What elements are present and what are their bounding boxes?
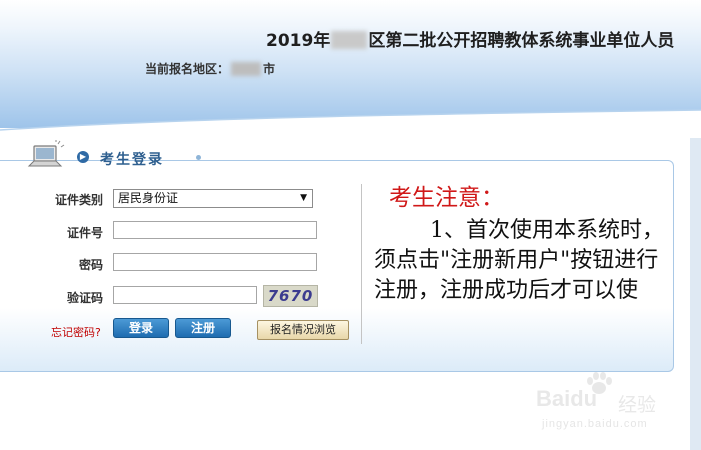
captcha-image[interactable]: 7670: [263, 285, 318, 307]
page-title: 2019年 区第二批公开招聘教体系统事业单位人员: [266, 31, 675, 51]
header-dot: [196, 155, 201, 160]
redacted-block: [231, 62, 262, 76]
laptop-icon: [27, 140, 65, 167]
id-type-label: 证件类别: [54, 193, 103, 207]
login-button[interactable]: 登录: [113, 318, 169, 338]
watermark-brand-cn: 经验: [618, 394, 657, 416]
captcha-label: 验证码: [66, 291, 103, 305]
password-label: 密码: [78, 258, 103, 272]
login-header: ▶ 考生登录: [26, 140, 206, 174]
paw-icon: [587, 372, 612, 394]
watermark-brand: Baidu: [536, 386, 598, 411]
right-edge-strip: [690, 138, 701, 450]
captcha-input[interactable]: [113, 286, 257, 304]
redacted-block: [331, 31, 368, 49]
chevron-down-icon: ▼: [300, 193, 307, 203]
current-region: 当前报名地区：市: [145, 62, 276, 76]
register-button[interactable]: 注册: [175, 318, 231, 338]
watermark-url: jingyan.baidu.com: [542, 418, 648, 430]
arrow-right-icon: ▶: [77, 151, 89, 163]
notice-title: 考生注意：: [389, 185, 504, 211]
id-number-label: 证件号: [66, 226, 103, 240]
browse-status-button[interactable]: 报名情况浏览: [257, 320, 349, 340]
notice-body: 1、首次使用本系统时，须点击"注册新用户"按钮进行注册，注册成功后才可以使: [374, 218, 664, 303]
id-type-select[interactable]: 居民身份证 ▼: [113, 189, 313, 208]
baidu-watermark: Baidu 经验 jingyan.baidu.com: [536, 372, 696, 442]
password-input[interactable]: [113, 253, 317, 271]
notice-box: 考生注意： 1、首次使用本系统时，须点击"注册新用户"按钮进行注册，注册成功后才…: [374, 180, 664, 335]
id-number-input[interactable]: [113, 221, 317, 239]
login-title: 考生登录: [100, 152, 164, 168]
forgot-password-link[interactable]: 忘记密码?: [51, 324, 101, 340]
panel-divider: [361, 184, 362, 344]
